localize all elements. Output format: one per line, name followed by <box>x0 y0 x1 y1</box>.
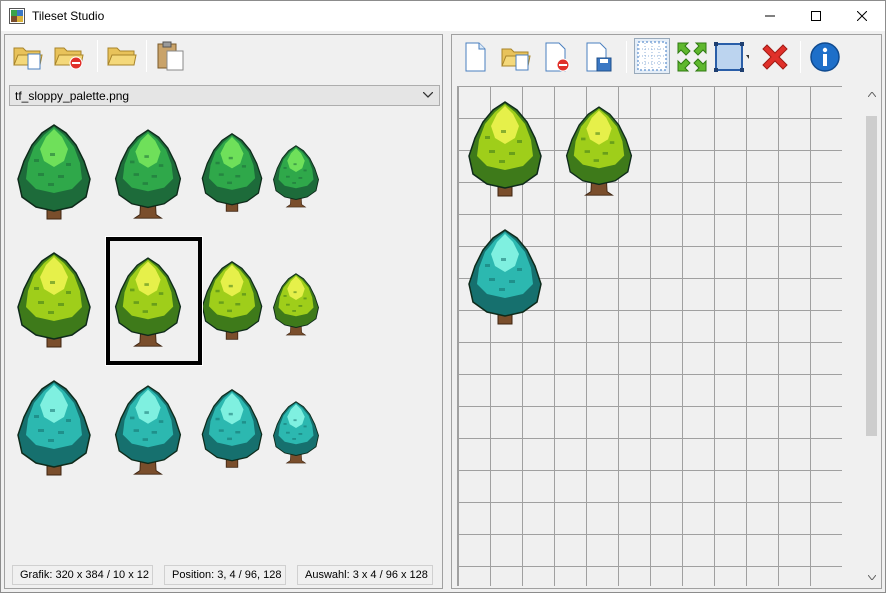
tree-tile <box>114 385 182 475</box>
resize-canvas-icon <box>714 42 749 72</box>
map-pane <box>451 34 882 589</box>
close-map-icon <box>545 42 570 72</box>
status-auswahl: Auswahl: 3 x 4 / 96 x 128 <box>297 565 433 585</box>
status-position: Position: 3, 4 / 96, 128 <box>164 565 286 585</box>
close-tileset-button[interactable] <box>51 38 87 74</box>
tree-tile <box>17 124 91 220</box>
paste-icon <box>157 41 184 71</box>
delete-icon <box>762 44 788 70</box>
open-map-button[interactable] <box>498 39 534 75</box>
chevron-down-icon <box>867 575 876 580</box>
toolbar-separator <box>626 41 627 73</box>
grid-toggle-icon <box>637 41 667 71</box>
fit-icon <box>677 42 707 72</box>
delete-button[interactable] <box>757 39 793 75</box>
window-title: Tileset Studio <box>32 9 105 23</box>
minimize-icon <box>765 15 775 17</box>
scroll-down-button[interactable] <box>863 569 880 586</box>
tree-tile <box>201 261 263 340</box>
info-button[interactable] <box>807 39 843 75</box>
tree-tile <box>273 145 319 208</box>
vertical-scrollbar[interactable] <box>863 86 880 586</box>
status-grafik: Grafik: 320 x 384 / 10 x 12 <box>12 565 153 585</box>
chevron-down-icon <box>423 92 433 98</box>
tree-tile <box>201 389 263 468</box>
toolbar-separator <box>146 40 147 72</box>
new-map-icon <box>465 42 486 72</box>
open-folder-button[interactable] <box>104 38 140 74</box>
resize-canvas-button[interactable] <box>713 39 749 75</box>
tree-tile <box>114 129 182 219</box>
fit-button[interactable] <box>674 39 710 75</box>
close-map-button[interactable] <box>539 39 575 75</box>
app-icon <box>9 8 25 24</box>
save-map-icon <box>586 42 612 72</box>
tree-tile <box>273 401 319 464</box>
new-map-button[interactable] <box>457 39 493 75</box>
maximize-icon <box>811 11 821 21</box>
toolbar-separator <box>800 41 801 73</box>
scroll-up-button[interactable] <box>863 86 880 103</box>
title-bar: Tileset Studio <box>1 1 885 31</box>
tile-selection-box <box>105 236 203 366</box>
tree-tile <box>17 252 91 348</box>
tree-tile <box>201 133 263 212</box>
grid-toggle-button[interactable] <box>634 38 670 74</box>
selected-tileset-file: tf_sloppy_palette.png <box>15 89 130 103</box>
tree-tile <box>17 380 91 476</box>
info-icon <box>810 42 840 72</box>
chevron-up-icon <box>867 92 876 97</box>
toolbar-separator <box>97 40 98 72</box>
open-map-icon <box>501 48 531 71</box>
map-canvas[interactable] <box>457 86 842 586</box>
save-map-button[interactable] <box>580 39 616 75</box>
paste-button[interactable] <box>152 38 188 74</box>
tileset-file-select[interactable]: tf_sloppy_palette.png <box>9 85 440 106</box>
open-tileset-button[interactable] <box>10 38 46 74</box>
close-icon <box>857 11 867 21</box>
scroll-thumb[interactable] <box>866 116 877 436</box>
tree-tile <box>273 273 319 336</box>
close-button[interactable] <box>839 1 885 31</box>
tree-tile <box>565 106 633 196</box>
app-window: Tileset Studio tf_sloppy_palette.png Gra… <box>0 0 886 593</box>
close-tileset-icon <box>54 47 84 70</box>
tree-tile <box>468 229 542 325</box>
open-tileset-icon <box>13 47 43 70</box>
tree-tile <box>468 101 542 197</box>
tileset-pane: tf_sloppy_palette.png Grafik: 320 x 384 … <box>4 34 443 589</box>
tileset-canvas[interactable] <box>9 113 440 561</box>
minimize-button[interactable] <box>747 1 793 31</box>
open-folder-icon <box>107 47 137 66</box>
maximize-button[interactable] <box>793 1 839 31</box>
